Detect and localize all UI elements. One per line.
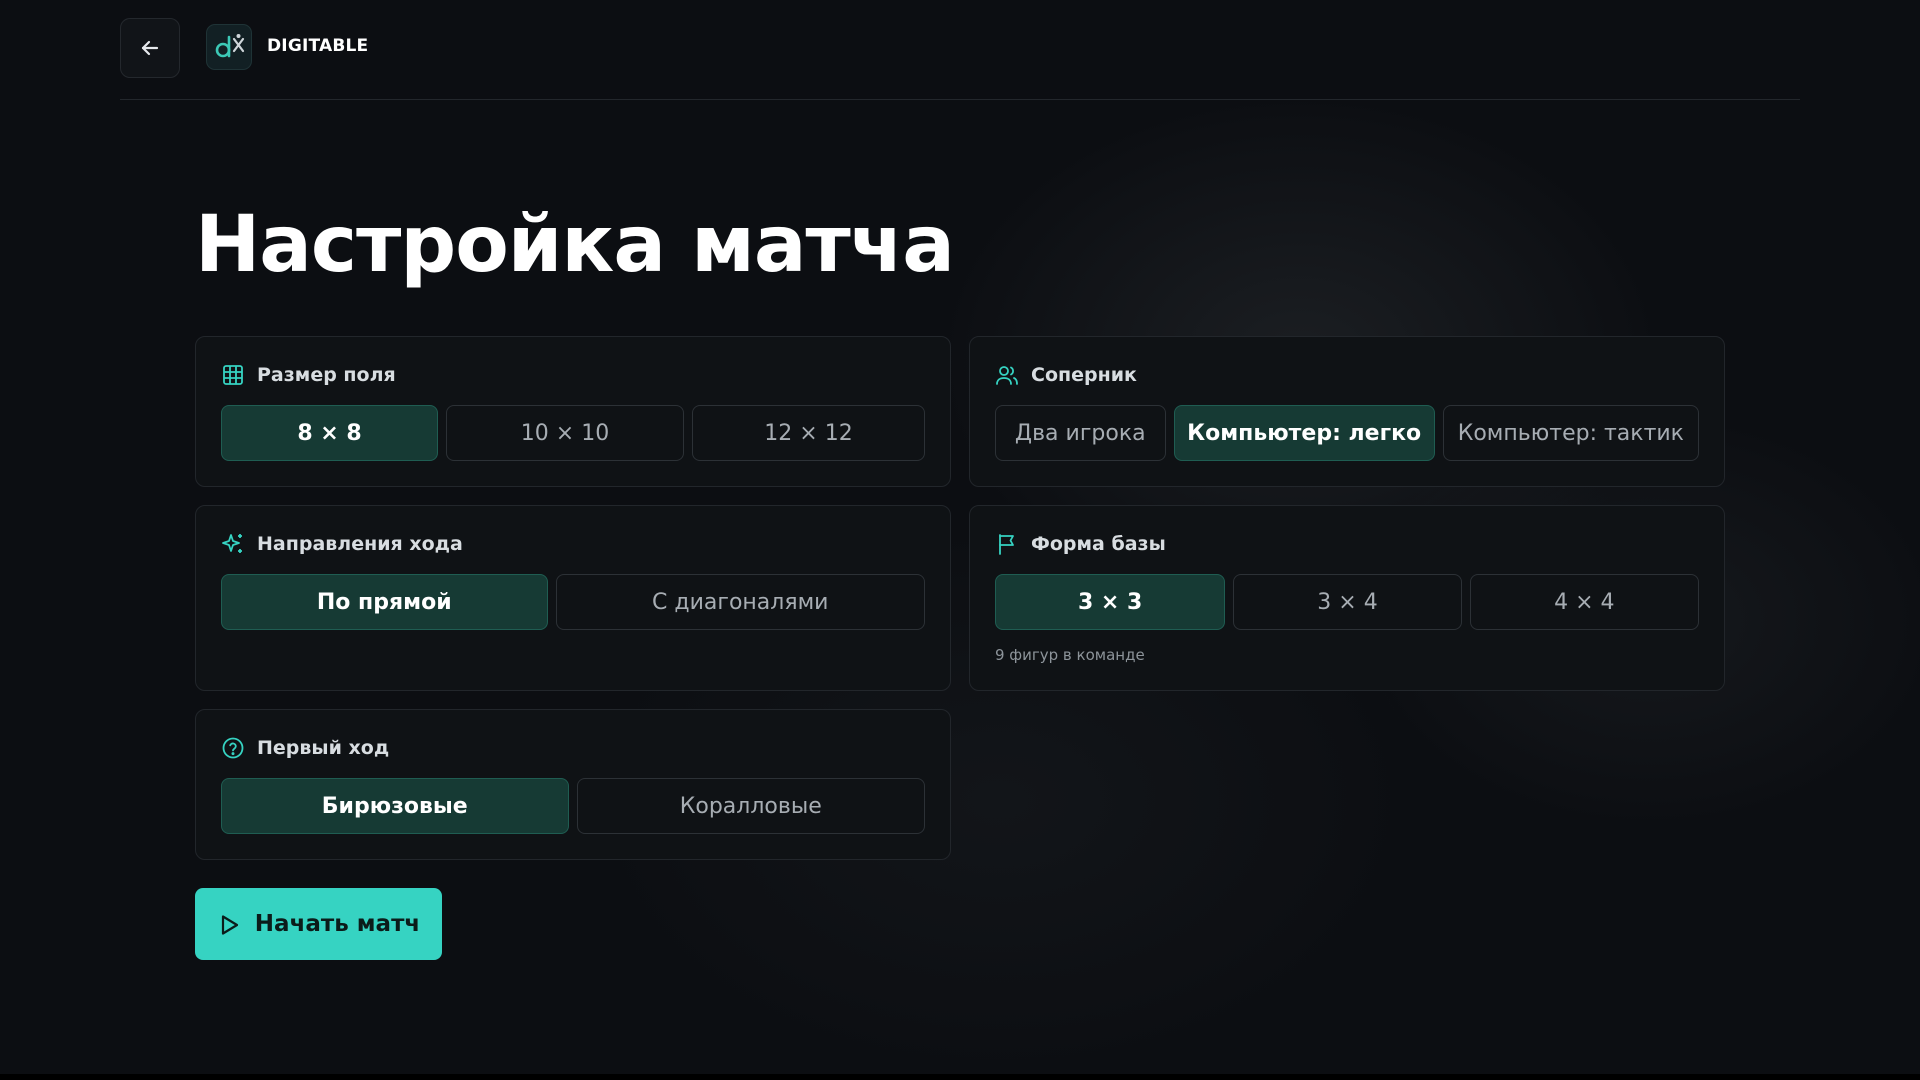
users-icon (995, 363, 1019, 387)
opponent-option-computer-tactic[interactable]: Компьютер: тактик (1442, 405, 1699, 461)
move-directions-options: По прямой С диагоналями (221, 574, 925, 630)
board-size-option-12x12[interactable]: 12 × 12 (692, 405, 925, 461)
grid-icon (221, 363, 245, 387)
page-title: Настройка матча (195, 200, 955, 290)
board-size-option-8x8[interactable]: 8 × 8 (221, 405, 438, 461)
board-size-option-10x10[interactable]: 10 × 10 (446, 405, 684, 461)
board-size-card: Размер поля 8 × 8 10 × 10 12 × 12 (195, 336, 951, 487)
first-move-option-turquoise[interactable]: Бирюзовые (221, 778, 569, 834)
base-shape-title: Форма базы (1031, 533, 1166, 555)
opponent-option-two-players[interactable]: Два игрока (995, 405, 1166, 461)
opponent-option-computer-easy[interactable]: Компьютер: легко (1173, 405, 1435, 461)
top-bar: DIGITABLE (120, 18, 1800, 100)
opponent-options: Два игрока Компьютер: легко Компьютер: т… (995, 405, 1699, 461)
play-icon (217, 912, 241, 936)
start-match-label: Начать матч (254, 911, 421, 937)
first-move-title: Первый ход (257, 737, 390, 759)
digitable-logo[interactable] (206, 24, 252, 70)
start-match-button[interactable]: Начать матч (195, 888, 442, 960)
move-direction-option-diagonal[interactable]: С диагоналями (555, 574, 925, 630)
move-directions-card: Направления хода По прямой С диагоналями (195, 505, 951, 691)
base-shape-option-3x3[interactable]: 3 × 3 (995, 574, 1226, 630)
opponent-card: Соперник Два игрока Компьютер: легко Ком… (969, 336, 1725, 487)
move-directions-title: Направления хода (257, 533, 463, 555)
flag-icon (995, 532, 1019, 556)
board-size-title: Размер поля (257, 364, 396, 386)
board-size-options: 8 × 8 10 × 10 12 × 12 (221, 405, 925, 461)
arrow-left-icon (138, 36, 162, 60)
base-shape-option-4x4[interactable]: 4 × 4 (1469, 574, 1699, 630)
base-shape-options: 3 × 3 3 × 4 4 × 4 (995, 574, 1699, 630)
back-button[interactable] (120, 18, 180, 78)
first-move-option-coral[interactable]: Коралловые (576, 778, 925, 834)
first-move-card: Первый ход Бирюзовые Коралловые (195, 709, 951, 860)
help-circle-icon (221, 736, 245, 760)
first-move-options: Бирюзовые Коралловые (221, 778, 925, 834)
opponent-title: Соперник (1031, 364, 1137, 386)
base-shape-option-3x4[interactable]: 3 × 4 (1233, 574, 1462, 630)
brand-name: DIGITABLE (267, 36, 369, 56)
base-shape-hint: 9 фигур в команде (995, 646, 1145, 664)
base-shape-card: Форма базы 3 × 3 3 × 4 4 × 4 9 фигур в к… (969, 505, 1725, 691)
bottom-edge (0, 1074, 1920, 1080)
move-direction-option-straight[interactable]: По прямой (221, 574, 548, 630)
sparkles-icon (221, 532, 245, 556)
